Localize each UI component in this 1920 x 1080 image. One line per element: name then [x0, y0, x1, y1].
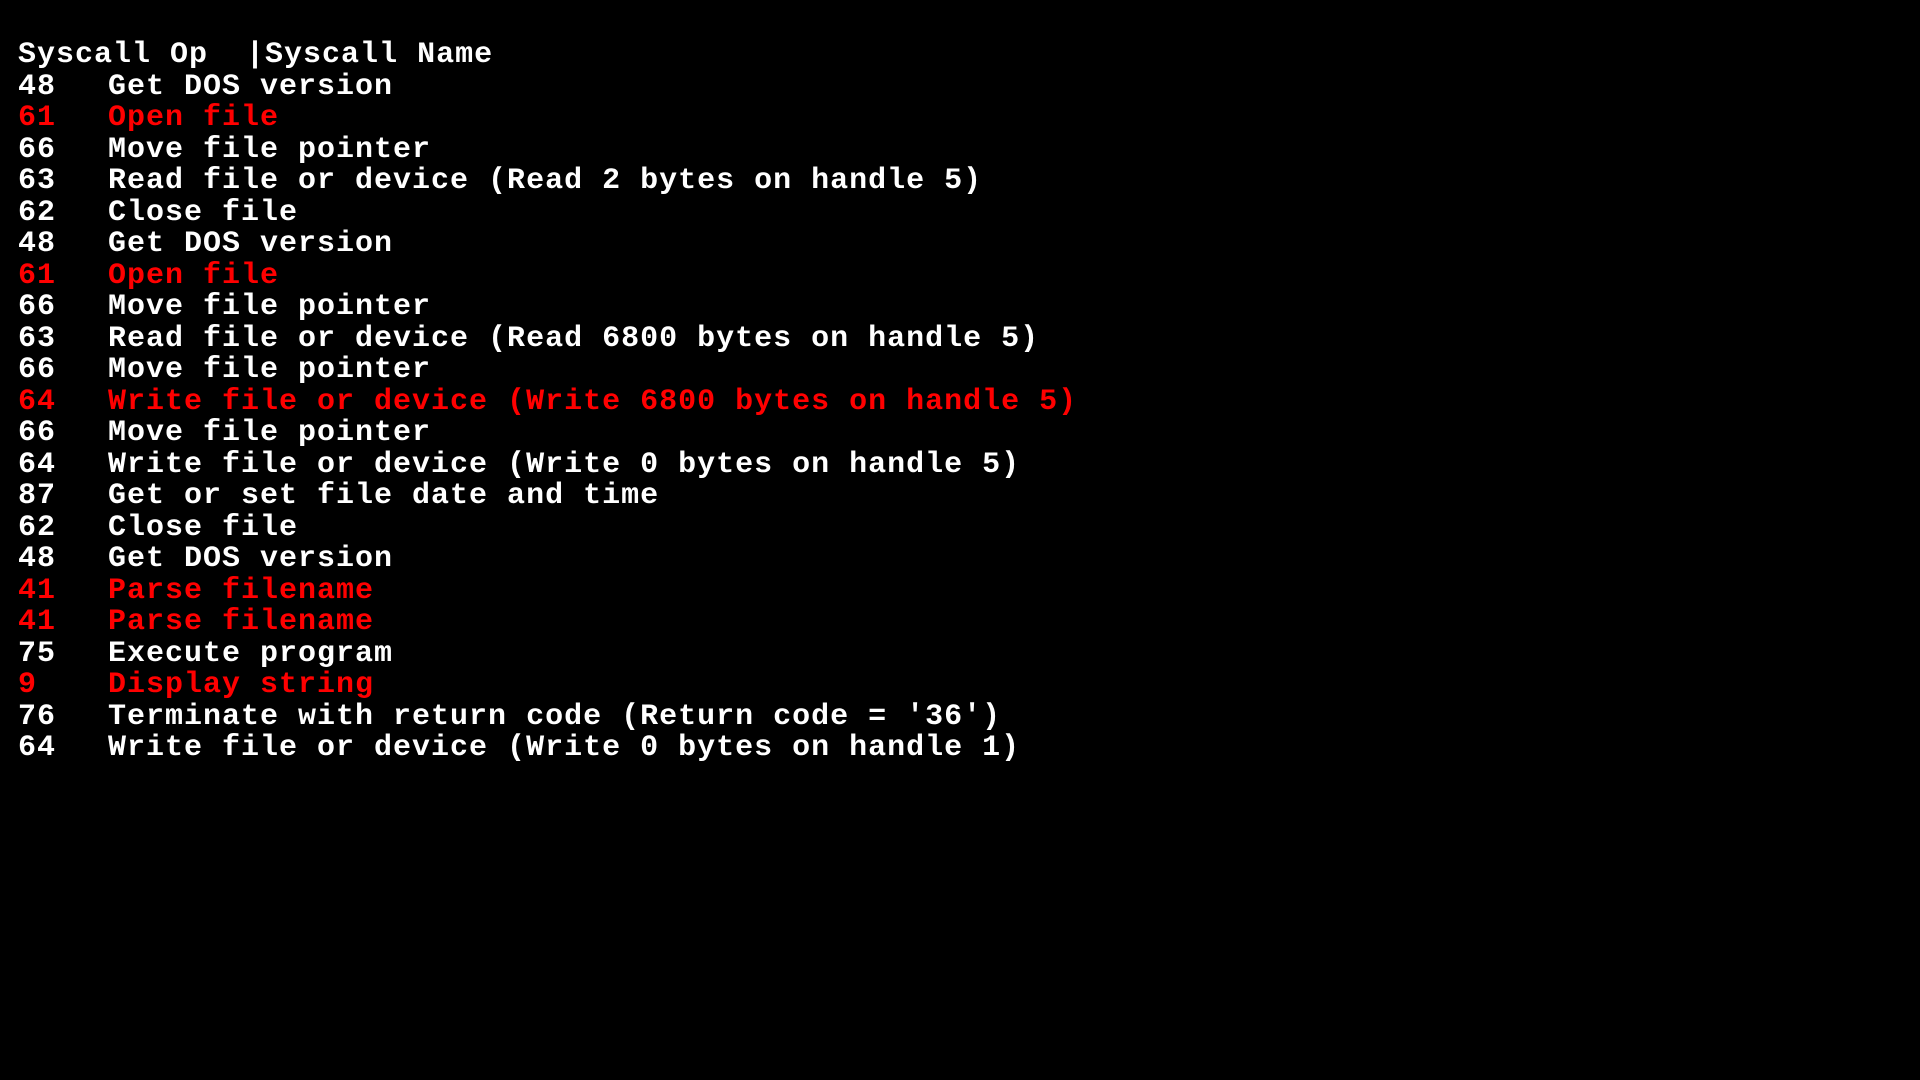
table-row: 66Move file pointer	[18, 292, 1920, 324]
syscall-op: 87	[18, 481, 108, 513]
syscall-name: Read file or device (Read 2 bytes on han…	[108, 164, 982, 198]
syscall-op: 61	[18, 103, 108, 135]
syscall-op: 63	[18, 324, 108, 356]
syscall-name: Get DOS version	[108, 227, 393, 261]
table-row: 75Execute program	[18, 639, 1920, 671]
syscall-op: 66	[18, 355, 108, 387]
table-row: 48Get DOS version	[18, 544, 1920, 576]
table-row: 64Write file or device (Write 0 bytes on…	[18, 733, 1920, 765]
syscall-op: 63	[18, 166, 108, 198]
syscall-name: Terminate with return code (Return code …	[108, 700, 1001, 734]
syscall-name: Write file or device (Write 0 bytes on h…	[108, 731, 1020, 765]
syscall-op: 66	[18, 418, 108, 450]
table-row: 63Read file or device (Read 2 bytes on h…	[18, 166, 1920, 198]
table-row: 61Open file	[18, 103, 1920, 135]
table-row: 66Move file pointer	[18, 355, 1920, 387]
table-row: 62Close file	[18, 513, 1920, 545]
syscall-name: Get DOS version	[108, 542, 393, 576]
syscall-name: Write file or device (Write 0 bytes on h…	[108, 448, 1020, 482]
table-row: 9Display string	[18, 670, 1920, 702]
syscall-op: 66	[18, 292, 108, 324]
syscall-name: Move file pointer	[108, 353, 431, 387]
syscall-op: 41	[18, 576, 108, 608]
syscall-op: 9	[18, 670, 108, 702]
syscall-name: Parse filename	[108, 605, 374, 639]
table-row: 66Move file pointer	[18, 135, 1920, 167]
syscall-name: Get DOS version	[108, 70, 393, 104]
syscall-op: 48	[18, 72, 108, 104]
syscall-name: Move file pointer	[108, 290, 431, 324]
table-row: 87Get or set file date and time	[18, 481, 1920, 513]
table-row: 76Terminate with return code (Return cod…	[18, 702, 1920, 734]
table-row: 64Write file or device (Write 0 bytes on…	[18, 450, 1920, 482]
syscall-op: 64	[18, 387, 108, 419]
syscall-op: 62	[18, 198, 108, 230]
table-row: 66Move file pointer	[18, 418, 1920, 450]
syscall-op: 61	[18, 261, 108, 293]
table-header: Syscall Op |Syscall Name	[18, 40, 1920, 72]
syscall-name: Write file or device (Write 6800 bytes o…	[108, 385, 1077, 419]
table-row: 41Parse filename	[18, 607, 1920, 639]
syscall-op: 62	[18, 513, 108, 545]
header-col-name: Syscall Name	[265, 38, 493, 72]
syscall-name: Open file	[108, 101, 279, 135]
syscall-name: Move file pointer	[108, 133, 431, 167]
syscall-op: 76	[18, 702, 108, 734]
syscall-name: Display string	[108, 668, 374, 702]
table-row: 64Write file or device (Write 6800 bytes…	[18, 387, 1920, 419]
table-row: 63Read file or device (Read 6800 bytes o…	[18, 324, 1920, 356]
syscall-name: Close file	[108, 511, 298, 545]
syscall-list: 48Get DOS version61Open file66Move file …	[18, 72, 1920, 765]
syscall-op: 41	[18, 607, 108, 639]
syscall-op: 75	[18, 639, 108, 671]
syscall-name: Get or set file date and time	[108, 479, 659, 513]
table-row: 61Open file	[18, 261, 1920, 293]
table-row: 41Parse filename	[18, 576, 1920, 608]
syscall-name: Open file	[108, 259, 279, 293]
syscall-name: Parse filename	[108, 574, 374, 608]
syscall-name: Execute program	[108, 637, 393, 671]
syscall-op: 64	[18, 733, 108, 765]
syscall-name: Move file pointer	[108, 416, 431, 450]
syscall-op: 64	[18, 450, 108, 482]
syscall-op: 48	[18, 229, 108, 261]
syscall-op: 48	[18, 544, 108, 576]
table-row: 48Get DOS version	[18, 229, 1920, 261]
header-col-op: Syscall Op	[18, 38, 208, 72]
syscall-name: Read file or device (Read 6800 bytes on …	[108, 322, 1039, 356]
syscall-name: Close file	[108, 196, 298, 230]
table-row: 62Close file	[18, 198, 1920, 230]
table-row: 48Get DOS version	[18, 72, 1920, 104]
syscall-op: 66	[18, 135, 108, 167]
